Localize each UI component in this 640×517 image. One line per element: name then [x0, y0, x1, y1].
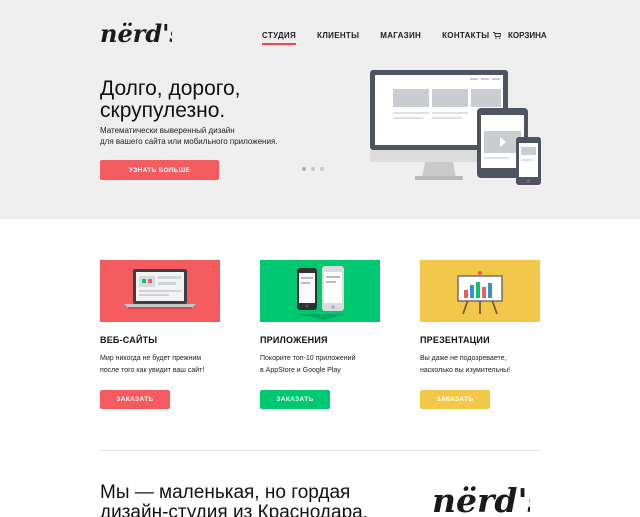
feature-title: ВЕБ-САЙТЫ	[100, 335, 158, 345]
hero-title: Долго, дорого, скрупулезно.	[100, 78, 340, 122]
hero-text-line2: для вашего сайта или мобильного приложен…	[100, 137, 278, 146]
order-presentations-button[interactable]: ЗАКАЗАТЬ	[420, 390, 490, 409]
feature-apps: ПРИЛОЖЕНИЯ Покорите топ-10 приложений в …	[260, 260, 380, 409]
nav-item-shop[interactable]: МАГАЗИН	[380, 31, 421, 40]
feature-description: Вы даже не подозреваете, насколько вы из…	[420, 353, 545, 377]
feature-text-line1: Мир никогда не будет прежним	[100, 355, 202, 362]
feature-text-line2: после того как увидит ваш сайт!	[100, 367, 205, 374]
apps-illustration	[260, 260, 380, 322]
cart-link[interactable]: КОРЗИНА	[493, 31, 547, 40]
about-title-line1: Мы — маленькая, но гордая	[100, 482, 351, 503]
svg-text:nërd's: nërd's	[100, 19, 172, 48]
about-title-line2: дизайн-студия из Краснодара.	[100, 502, 368, 517]
feature-text-line2: в AppStore и Google Play	[260, 367, 341, 374]
slider-dot-3[interactable]	[320, 167, 324, 171]
order-websites-button[interactable]: ЗАКАЗАТЬ	[100, 390, 170, 409]
nerds-logo-large: nërd's	[432, 481, 530, 517]
presentations-illustration	[420, 260, 540, 322]
section-divider	[100, 450, 540, 451]
slider-dot-2[interactable]	[311, 167, 315, 171]
learn-more-button[interactable]: УЗНАТЬ БОЛЬШЕ	[100, 160, 219, 180]
hero-description: Математически выверенный дизайн для ваше…	[100, 125, 330, 147]
feature-websites: ВЕБ-САЙТЫ Мир никогда не будет прежним п…	[100, 260, 220, 409]
hero-title-line1: Долго, дорого,	[100, 77, 241, 100]
hero-title-line2: скрупулезно.	[100, 99, 226, 122]
order-apps-button[interactable]: ЗАКАЗАТЬ	[260, 390, 330, 409]
feature-text-line2: насколько вы изумительны!	[420, 367, 511, 374]
feature-description: Мир никогда не будет прежним после того …	[100, 353, 225, 377]
devices-illustration	[370, 70, 541, 185]
slider-dot-1[interactable]	[302, 167, 306, 171]
phones-icon	[296, 266, 346, 320]
feature-title: ПРИЛОЖЕНИЯ	[260, 335, 328, 345]
svg-text:nërd's: nërd's	[432, 481, 530, 517]
nav-item-studio[interactable]: СТУДИЯ	[262, 31, 297, 45]
hero-text-line1: Математически выверенный дизайн	[100, 126, 235, 135]
nav-item-clients[interactable]: КЛИЕНТЫ	[317, 31, 359, 40]
feature-presentations: ПРЕЗЕНТАЦИИ Вы даже не подозреваете, нас…	[420, 260, 540, 409]
websites-illustration	[100, 260, 220, 322]
presentation-board-icon	[457, 271, 503, 315]
laptop-icon	[124, 269, 196, 309]
nav-item-contacts[interactable]: КОНТАКТЫ	[442, 31, 489, 40]
feature-text-line1: Вы даже не подозреваете,	[420, 355, 507, 362]
cart-icon	[493, 32, 501, 39]
feature-title: ПРЕЗЕНТАЦИИ	[420, 335, 490, 345]
main-nav: СТУДИЯ КЛИЕНТЫ МАГАЗИН КОНТАКТЫ	[262, 31, 510, 45]
slider-dots	[302, 167, 329, 171]
feature-description: Покорите топ-10 приложений в AppStore и …	[260, 353, 385, 377]
hero-section: nërd's СТУДИЯ КЛИЕНТЫ МАГАЗИН КОНТАКТЫ К…	[0, 0, 640, 219]
nerds-logo[interactable]: nërd's	[100, 18, 172, 50]
feature-text-line1: Покорите топ-10 приложений	[260, 355, 356, 362]
cart-label: КОРЗИНА	[508, 31, 547, 40]
about-title: Мы — маленькая, но гордая дизайн-студия …	[100, 483, 400, 517]
